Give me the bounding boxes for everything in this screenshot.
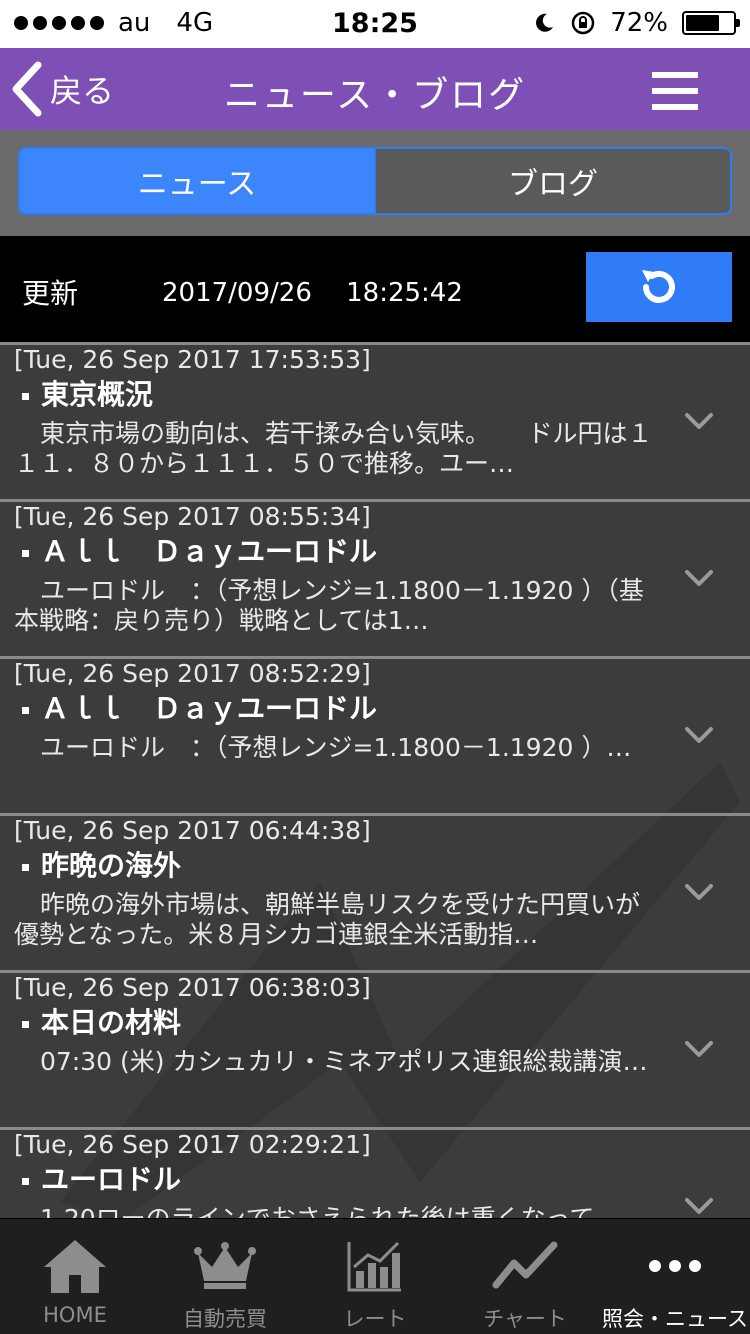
news-title-text: Ａｌｌ Ｄａｙユーロドル: [41, 692, 378, 725]
news-item[interactable]: [Tue, 26 Sep 2017 06:44:38] 昨晩の海外昨晩の海外市場は…: [0, 813, 750, 970]
more-icon: [640, 1237, 710, 1295]
update-label: 更新: [22, 277, 79, 310]
bullet-icon: [22, 1177, 29, 1185]
tab-news[interactable]: ニュース: [20, 149, 374, 213]
news-date: [Tue, 26 Sep 2017 08:52:29]: [14, 659, 371, 688]
news-title: 昨晩の海外: [14, 846, 736, 886]
page-title: ニュース・ブログ: [223, 75, 527, 116]
chevron-down-icon[interactable]: [684, 411, 714, 431]
news-title: 東京概況: [14, 375, 736, 415]
bullet-icon: [22, 1020, 29, 1028]
news-summary: ユーロドル ：（予想レンジ=1.1800－1.1920 ）…: [40, 733, 632, 762]
refresh-icon: [642, 270, 675, 303]
news-item[interactable]: [Tue, 26 Sep 2017 17:53:53] 東京概況東京市場の動向は、…: [0, 342, 750, 499]
news-summary: ユーロドル ：（予想レンジ=1.1800－1.1920 ）（基本戦略：戻り売り）…: [14, 576, 644, 635]
chevron-down-icon[interactable]: [684, 1196, 714, 1216]
tab-auto-trade[interactable]: 自動売買: [150, 1219, 300, 1334]
news-date: [Tue, 26 Sep 2017 06:44:38]: [14, 816, 371, 845]
nav-bar: 戻る ニュース・ブログ: [0, 48, 750, 130]
news-date: [Tue, 26 Sep 2017 08:55:34]: [14, 502, 371, 531]
news-summary: 東京市場の動向は、若干揉み合い気味。 ドル円は１１１．８０から１１１．５０で推移…: [14, 419, 653, 478]
battery-level: [686, 15, 720, 31]
update-bar: 更新 2017/09/26 18:25:42: [0, 236, 750, 342]
bullet-icon: [22, 392, 29, 400]
news-title: Ａｌｌ Ｄａｙユーロドル: [14, 532, 736, 572]
news-item[interactable]: [Tue, 26 Sep 2017 08:55:34] Ａｌｌ Ｄａｙユーロドルユ…: [0, 499, 750, 656]
news-list[interactable]: [Tue, 26 Sep 2017 17:53:53] 東京概況東京市場の動向は、…: [0, 342, 750, 1218]
tab-inquiry-news-label: 照会・ニュース: [602, 1307, 748, 1331]
line-chart-icon: [490, 1237, 560, 1295]
menu-button[interactable]: [652, 72, 698, 110]
tab-auto-trade-label: 自動売買: [183, 1307, 267, 1331]
news-title-text: 昨晩の海外: [41, 849, 182, 882]
chevron-down-icon[interactable]: [684, 725, 714, 745]
tab-blog[interactable]: ブログ: [374, 149, 730, 213]
tab-chart[interactable]: チャート: [450, 1219, 600, 1334]
battery-percent: 72%: [610, 8, 668, 38]
tab-home-label: HOME: [43, 1303, 107, 1327]
crown-icon: [190, 1237, 260, 1295]
battery-icon: [682, 11, 740, 35]
news-title: ユーロドル: [14, 1160, 736, 1200]
news-title-text: Ａｌｌ Ｄａｙユーロドル: [41, 535, 378, 568]
news-title: 本日の材料: [14, 1003, 736, 1043]
update-timestamp: 2017/09/26 18:25:42: [162, 278, 463, 308]
bottom-tab-bar: HOME 自動売買 レート チャート 照会・ニュース: [0, 1218, 750, 1334]
bullet-icon: [22, 549, 29, 557]
moon-icon: [536, 13, 554, 32]
tab-rate[interactable]: レート: [300, 1219, 450, 1334]
bullet-icon: [22, 863, 29, 871]
news-summary: 07:30 (米) カシュカリ・ミネアポリス連銀総裁講演…: [40, 1047, 648, 1076]
menu-icon: [652, 72, 698, 78]
chevron-down-icon[interactable]: [684, 882, 714, 902]
status-right: 72%: [532, 8, 740, 38]
news-item[interactable]: [Tue, 26 Sep 2017 02:29:21] ユーロドル 1.20ローのラ…: [0, 1127, 750, 1218]
news-item[interactable]: [Tue, 26 Sep 2017 08:52:29] Ａｌｌ Ｄａｙユーロドルユ…: [0, 656, 750, 813]
news-date: [Tue, 26 Sep 2017 17:53:53]: [14, 345, 371, 374]
news-title-text: 本日の材料: [41, 1006, 182, 1039]
segment-control: ニュース ブログ: [18, 147, 732, 215]
segment-area: ニュース ブログ: [0, 130, 750, 236]
news-title-text: 東京概況: [41, 378, 154, 411]
news-summary: 昨晩の海外市場は、朝鮮半島リスクを受けた円買いが優勢となった。米８月シカゴ連銀全…: [14, 890, 641, 949]
bullet-icon: [22, 706, 29, 714]
news-date: [Tue, 26 Sep 2017 02:29:21]: [14, 1130, 371, 1159]
tab-rate-label: レート: [343, 1307, 407, 1331]
refresh-button[interactable]: [586, 252, 732, 322]
news-title-text: ユーロドル: [41, 1163, 182, 1196]
tab-home[interactable]: HOME: [0, 1219, 150, 1334]
news-item[interactable]: [Tue, 26 Sep 2017 06:38:03] 本日の材料 07:30 (米…: [0, 970, 750, 1127]
news-summary: 1.20ローのラインでおさえられた後は重くなって: [14, 1204, 664, 1218]
news-title: Ａｌｌ Ｄａｙユーロドル: [14, 689, 736, 729]
chevron-down-icon[interactable]: [684, 1039, 714, 1059]
tab-inquiry-news[interactable]: 照会・ニュース: [600, 1219, 750, 1334]
status-bar: au 4G 18:25 72%: [0, 0, 750, 48]
rotation-lock-icon: [571, 11, 595, 35]
home-icon: [40, 1237, 110, 1295]
news-date: [Tue, 26 Sep 2017 06:38:03]: [14, 973, 371, 1002]
chevron-down-icon[interactable]: [684, 568, 714, 588]
rate-chart-icon: [340, 1237, 410, 1295]
tab-chart-label: チャート: [483, 1307, 567, 1331]
